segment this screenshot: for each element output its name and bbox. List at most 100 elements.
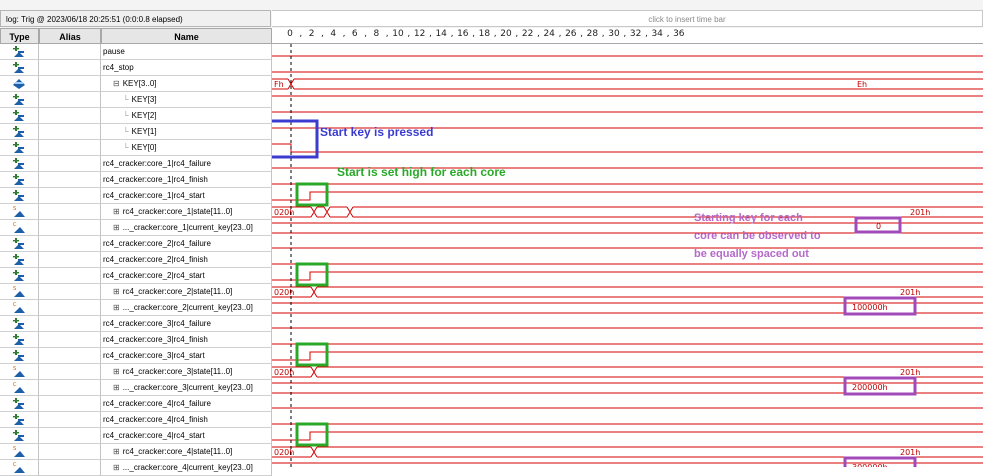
node-row[interactable]: rc4_cracker:core_4|rc4_start (0, 428, 272, 444)
node-name-cell[interactable]: ⊞ ..._cracker:core_2|current_key[23..0] (101, 300, 272, 316)
node-type-cell (0, 236, 39, 252)
node-name-cell[interactable]: rc4_stop (101, 60, 272, 76)
node-row[interactable]: └ KEY[3] (0, 92, 272, 108)
node-name-cell[interactable]: pause (101, 44, 272, 60)
node-row[interactable]: rc4_cracker:core_1|rc4_start (0, 188, 272, 204)
expand-toggle-icon[interactable]: ⊞ (113, 303, 120, 312)
bus-trace (272, 366, 983, 378)
node-row[interactable]: ⊟ KEY[3..0] (0, 76, 272, 92)
tick-separator: , (558, 29, 562, 39)
node-row[interactable]: C ⊞ ..._cracker:core_4|current_key[23..0] (0, 460, 272, 476)
bus-value-label: 201h (900, 368, 920, 377)
expand-toggle-icon[interactable]: ⊞ (113, 447, 120, 456)
node-name-cell[interactable]: rc4_cracker:core_4|rc4_start (101, 428, 272, 444)
node-row[interactable]: └ KEY[2] (0, 108, 272, 124)
node-name-label: rc4_cracker:core_2|state[11..0] (122, 287, 233, 296)
node-name-cell[interactable]: rc4_cracker:core_4|rc4_finish (101, 412, 272, 428)
node-row[interactable]: rc4_cracker:core_2|rc4_failure (0, 236, 272, 252)
node-row[interactable]: rc4_cracker:core_3|rc4_start (0, 348, 272, 364)
node-alias-cell (39, 220, 101, 236)
input-pin-icon (12, 173, 26, 186)
node-name-label: rc4_cracker:core_3|rc4_failure (103, 319, 211, 328)
node-name-cell[interactable]: ⊞ rc4_cracker:core_2|state[11..0] (101, 284, 272, 300)
node-row[interactable]: S ⊞ rc4_cracker:core_2|state[11..0] (0, 284, 272, 300)
node-name-label: rc4_cracker:core_1|rc4_failure (103, 159, 211, 168)
node-name-cell[interactable]: └ KEY[3] (101, 92, 272, 108)
node-name-cell[interactable]: ⊞ ..._cracker:core_4|current_key[23..0] (101, 460, 272, 476)
node-alias-cell (39, 284, 101, 300)
time-tick-label: 14 (435, 29, 447, 39)
tick-separator: , (299, 29, 303, 39)
expand-toggle-icon[interactable]: ⊞ (113, 223, 120, 232)
node-row[interactable]: rc4_cracker:core_2|rc4_start (0, 268, 272, 284)
node-row[interactable]: rc4_cracker:core_4|rc4_failure (0, 396, 272, 412)
node-name-cell[interactable]: └ KEY[2] (101, 108, 272, 124)
node-row[interactable]: pause (0, 44, 272, 60)
collapse-toggle-icon[interactable]: ⊟ (113, 79, 120, 88)
expand-toggle-icon[interactable]: ⊞ (113, 367, 120, 376)
node-row[interactable]: C ⊞ ..._cracker:core_1|current_key[23..0] (0, 220, 272, 236)
node-type-cell (0, 396, 39, 412)
tick-separator: , (472, 29, 476, 39)
node-name-cell[interactable]: └ KEY[0] (101, 140, 272, 156)
node-row[interactable]: S ⊞ rc4_cracker:core_4|state[11..0] (0, 444, 272, 460)
bus-trace (272, 206, 983, 218)
node-name-cell[interactable]: ⊞ ..._cracker:core_3|current_key[23..0] (101, 380, 272, 396)
tick-separator: , (580, 29, 584, 39)
node-name-cell[interactable]: ⊟ KEY[3..0] (101, 76, 272, 92)
input-pin-icon (12, 93, 26, 106)
expand-toggle-icon[interactable]: ⊞ (113, 207, 120, 216)
svg-text:C: C (13, 462, 17, 468)
node-row[interactable]: S ⊞ rc4_cracker:core_3|state[11..0] (0, 364, 272, 380)
count-bus-icon: C (12, 221, 26, 234)
node-name-cell[interactable]: rc4_cracker:core_2|rc4_finish (101, 252, 272, 268)
node-name-cell[interactable]: rc4_cracker:core_2|rc4_failure (101, 236, 272, 252)
node-row[interactable]: rc4_cracker:core_3|rc4_finish (0, 332, 272, 348)
input-pin-icon (12, 397, 26, 410)
node-alias-cell (39, 108, 101, 124)
node-row[interactable]: rc4_cracker:core_1|rc4_failure (0, 156, 272, 172)
node-name-cell[interactable]: rc4_cracker:core_1|rc4_start (101, 188, 272, 204)
node-name-cell[interactable]: rc4_cracker:core_3|rc4_failure (101, 316, 272, 332)
input-pin-icon (12, 429, 26, 442)
node-name-cell[interactable]: rc4_cracker:core_1|rc4_finish (101, 172, 272, 188)
node-row[interactable]: S ⊞ rc4_cracker:core_1|state[11..0] (0, 204, 272, 220)
node-name-cell[interactable]: ⊞ rc4_cracker:core_3|state[11..0] (101, 364, 272, 380)
expand-toggle-icon[interactable]: ⊞ (113, 463, 120, 472)
input-pin-icon (12, 157, 26, 170)
node-name-cell[interactable]: rc4_cracker:core_2|rc4_start (101, 268, 272, 284)
node-name-cell[interactable]: ⊞ rc4_cracker:core_4|state[11..0] (101, 444, 272, 460)
tick-separator: , (342, 29, 346, 39)
input-pin-icon (12, 45, 26, 58)
column-header-type[interactable]: Type (0, 28, 39, 44)
node-name-cell[interactable]: rc4_cracker:core_3|rc4_finish (101, 332, 272, 348)
expand-toggle-icon[interactable]: ⊞ (113, 287, 120, 296)
input-pin-icon (12, 61, 26, 74)
node-row[interactable]: C ⊞ ..._cracker:core_3|current_key[23..0] (0, 380, 272, 396)
column-header-alias[interactable]: Alias (39, 28, 101, 44)
node-name-cell[interactable]: rc4_cracker:core_4|rc4_failure (101, 396, 272, 412)
node-type-cell: C (0, 380, 39, 396)
time-tick-label: 22 (521, 29, 534, 39)
node-name-cell[interactable]: rc4_cracker:core_1|rc4_failure (101, 156, 272, 172)
node-row[interactable]: rc4_cracker:core_2|rc4_finish (0, 252, 272, 268)
node-row[interactable]: rc4_cracker:core_4|rc4_finish (0, 412, 272, 428)
tick-separator: , (428, 29, 432, 39)
bus-value-label: 201h (900, 288, 920, 297)
column-header-name[interactable]: Name (101, 28, 272, 44)
node-name-cell[interactable]: ⊞ ..._cracker:core_1|current_key[23..0] (101, 220, 272, 236)
waveform-panel[interactable]: Fh Eh020h 201h020h 201h020h 201h020h 201h0100… (272, 44, 983, 467)
node-row[interactable]: C ⊞ ..._cracker:core_2|current_key[23..0] (0, 300, 272, 316)
time-tick-label: 4 (330, 29, 337, 39)
node-row[interactable]: └ KEY[1] (0, 124, 272, 140)
node-row[interactable]: └ KEY[0] (0, 140, 272, 156)
node-name-cell[interactable]: ⊞ rc4_cracker:core_1|state[11..0] (101, 204, 272, 220)
time-tick-label: 0 (287, 29, 293, 39)
insert-time-bar-area[interactable]: click to insert time bar (272, 10, 983, 27)
node-row[interactable]: rc4_cracker:core_3|rc4_failure (0, 316, 272, 332)
node-row[interactable]: rc4_cracker:core_1|rc4_finish (0, 172, 272, 188)
node-name-cell[interactable]: └ KEY[1] (101, 124, 272, 140)
expand-toggle-icon[interactable]: ⊞ (113, 383, 120, 392)
node-row[interactable]: rc4_stop (0, 60, 272, 76)
node-name-cell[interactable]: rc4_cracker:core_3|rc4_start (101, 348, 272, 364)
